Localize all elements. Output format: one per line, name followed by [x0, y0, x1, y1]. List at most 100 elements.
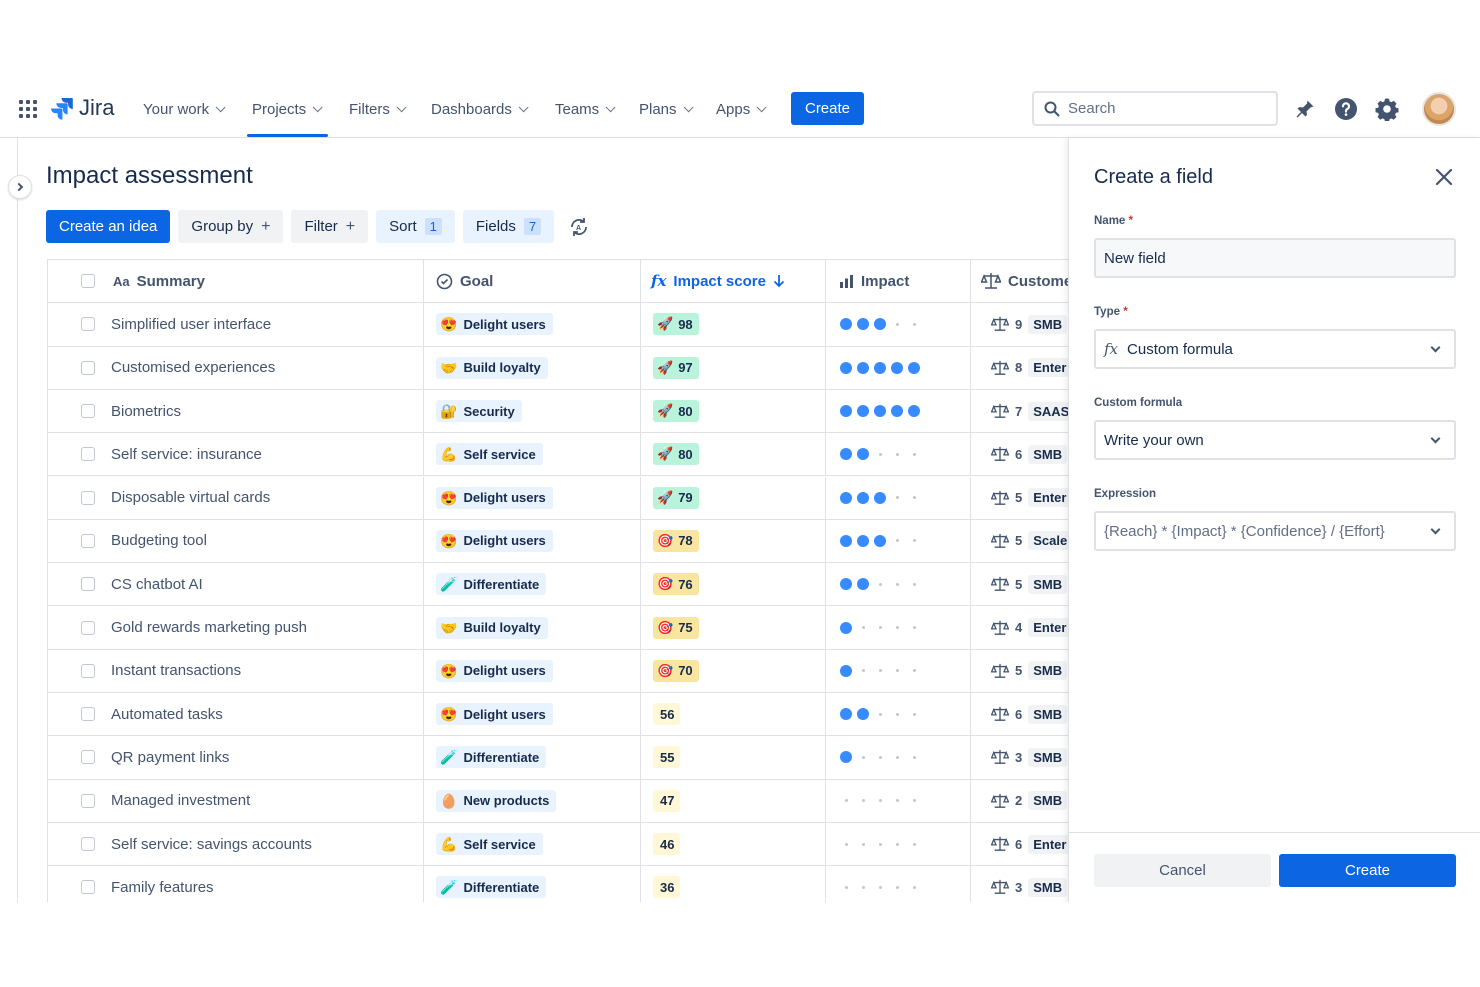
- impact-score-cell[interactable]: 36: [641, 866, 826, 902]
- table-row[interactable]: Budgeting tool 😍 Delight users 🎯 78 5 Scale: [48, 519, 1068, 564]
- row-checkbox[interactable]: [81, 533, 95, 548]
- impact-rating[interactable]: [840, 405, 920, 418]
- customer-cell[interactable]: 6 SMB: [971, 433, 1068, 475]
- custom-formula-select[interactable]: Write your own: [1094, 420, 1456, 460]
- goal-tag[interactable]: 🤝 Build loyalty: [436, 356, 548, 379]
- customer-cell[interactable]: 5 SMB: [971, 650, 1068, 692]
- summary-cell[interactable]: Instant transactions: [48, 649, 424, 692]
- row-checkbox[interactable]: [81, 317, 95, 332]
- idea-summary[interactable]: Simplified user interface: [111, 316, 271, 333]
- create-idea-button[interactable]: Create an idea: [46, 210, 171, 243]
- customer-cell[interactable]: 6 Enter: [971, 823, 1068, 865]
- summary-cell[interactable]: Family features: [48, 866, 424, 902]
- impact-rating[interactable]: [840, 885, 920, 889]
- nav-filters[interactable]: Filters: [349, 99, 407, 119]
- impact-score-cell[interactable]: 46: [641, 822, 826, 866]
- impact-rating[interactable]: [840, 578, 920, 591]
- goal-tag[interactable]: 🧪 Differentiate: [436, 746, 547, 769]
- close-icon[interactable]: [1433, 166, 1455, 188]
- settings-icon[interactable]: [1375, 97, 1399, 121]
- summary-cell[interactable]: Customised experiences: [48, 346, 424, 389]
- summary-cell[interactable]: Budgeting tool: [48, 519, 424, 563]
- summary-cell[interactable]: CS chatbot AI: [48, 563, 424, 606]
- impact-rating-cell[interactable]: [826, 822, 971, 866]
- customer-cell[interactable]: 8 Enter: [971, 347, 1068, 389]
- row-checkbox[interactable]: [81, 663, 95, 678]
- row-checkbox[interactable]: [81, 577, 95, 592]
- impact-rating[interactable]: [840, 708, 920, 721]
- summary-cell[interactable]: Managed investment: [48, 779, 424, 822]
- header-summary[interactable]: Aa Summary: [48, 260, 424, 303]
- help-icon[interactable]: [1334, 97, 1358, 121]
- impact-rating-cell[interactable]: [826, 563, 971, 606]
- table-row[interactable]: Disposable virtual cards 😍 Delight users 🚀 7…: [48, 476, 1068, 520]
- group-by-button[interactable]: Group by +: [178, 210, 284, 243]
- impact-rating[interactable]: [840, 318, 920, 331]
- goal-cell[interactable]: 🔐 Security: [424, 389, 641, 433]
- nav-projects[interactable]: Projects: [252, 99, 323, 119]
- impact-score-cell[interactable]: 47: [641, 779, 826, 822]
- row-checkbox[interactable]: [81, 837, 95, 852]
- idea-summary[interactable]: Self service: savings accounts: [111, 836, 312, 853]
- customer-cell[interactable]: 5 SMB: [971, 563, 1068, 605]
- table-row[interactable]: Biometrics 🔐 Security 🚀 80 7 SAAS: [48, 389, 1068, 434]
- customer-cell[interactable]: 2 SMB: [971, 780, 1068, 822]
- filter-button[interactable]: Filter +: [291, 210, 369, 243]
- customer-cell[interactable]: 5 Enter: [971, 477, 1068, 519]
- impact-rating-cell[interactable]: [826, 606, 971, 649]
- table-row[interactable]: Self service: savings accounts 💪 Self serv…: [48, 822, 1068, 867]
- goal-cell[interactable]: 🧪 Differentiate: [424, 563, 641, 606]
- goal-cell[interactable]: 😍 Delight users: [424, 519, 641, 563]
- goal-tag[interactable]: 🧪 Differentiate: [436, 876, 547, 899]
- goal-tag[interactable]: 🥚 New products: [436, 789, 557, 812]
- customer-cell[interactable]: 7 SAAS: [971, 390, 1068, 432]
- impact-score-cell[interactable]: 🎯 75: [641, 606, 826, 649]
- impact-rating[interactable]: [840, 448, 920, 461]
- create-button[interactable]: Create: [791, 92, 864, 125]
- search-input[interactable]: Search: [1032, 91, 1278, 126]
- select-all-checkbox[interactable]: [81, 274, 95, 289]
- impact-rating-cell[interactable]: [826, 866, 971, 902]
- goal-tag[interactable]: 🤝 Build loyalty: [436, 616, 548, 639]
- row-checkbox[interactable]: [81, 750, 95, 765]
- impact-rating[interactable]: [840, 751, 920, 764]
- impact-score-cell[interactable]: 🎯 78: [641, 519, 826, 563]
- notifications-icon[interactable]: [1293, 97, 1317, 121]
- impact-rating[interactable]: [840, 534, 920, 547]
- summary-cell[interactable]: Disposable virtual cards: [48, 476, 424, 519]
- impact-rating-cell[interactable]: [826, 433, 971, 476]
- nav-apps[interactable]: Apps: [716, 99, 767, 119]
- header-impact-score[interactable]: fx Impact score: [641, 260, 826, 303]
- sort-button[interactable]: Sort 1: [376, 210, 455, 243]
- table-row[interactable]: Instant transactions 😍 Delight users 🎯 70 5 SM…: [48, 649, 1068, 693]
- row-checkbox[interactable]: [81, 360, 95, 375]
- summary-cell[interactable]: Biometrics: [48, 389, 424, 433]
- goal-cell[interactable]: 😍 Delight users: [424, 693, 641, 736]
- impact-score-cell[interactable]: 56: [641, 693, 826, 736]
- table-row[interactable]: Simplified user interface 😍 Delight users 🚀…: [48, 303, 1068, 347]
- summary-cell[interactable]: QR payment links: [48, 736, 424, 779]
- impact-rating-cell[interactable]: [826, 693, 971, 736]
- impact-rating[interactable]: [840, 799, 920, 803]
- goal-tag[interactable]: 💪 Self service: [436, 833, 543, 856]
- table-row[interactable]: Customised experiences 🤝 Build loyalty 🚀 97 8…: [48, 346, 1068, 390]
- customer-cell[interactable]: 3 SMB: [971, 866, 1068, 902]
- fields-button[interactable]: Fields 7: [462, 210, 555, 243]
- goal-tag[interactable]: 😍 Delight users: [436, 659, 553, 682]
- idea-summary[interactable]: QR payment links: [111, 749, 229, 766]
- goal-cell[interactable]: 😍 Delight users: [424, 476, 641, 519]
- header-impact[interactable]: Impact: [826, 260, 971, 303]
- nav-your-work[interactable]: Your work: [143, 99, 226, 119]
- create-field-button[interactable]: Create: [1279, 854, 1456, 887]
- goal-cell[interactable]: 🥚 New products: [424, 779, 641, 822]
- summary-cell[interactable]: Self service: savings accounts: [48, 822, 424, 866]
- impact-rating-cell[interactable]: [826, 779, 971, 822]
- customer-cell[interactable]: 6 SMB: [971, 693, 1068, 735]
- impact-score-cell[interactable]: 🎯 76: [641, 563, 826, 606]
- row-checkbox[interactable]: [81, 404, 95, 419]
- idea-summary[interactable]: Instant transactions: [111, 662, 241, 679]
- impact-score-cell[interactable]: 🚀 98: [641, 303, 826, 346]
- cancel-button[interactable]: Cancel: [1094, 854, 1271, 887]
- goal-tag[interactable]: 😍 Delight users: [436, 486, 553, 509]
- summary-cell[interactable]: Gold rewards marketing push: [48, 606, 424, 649]
